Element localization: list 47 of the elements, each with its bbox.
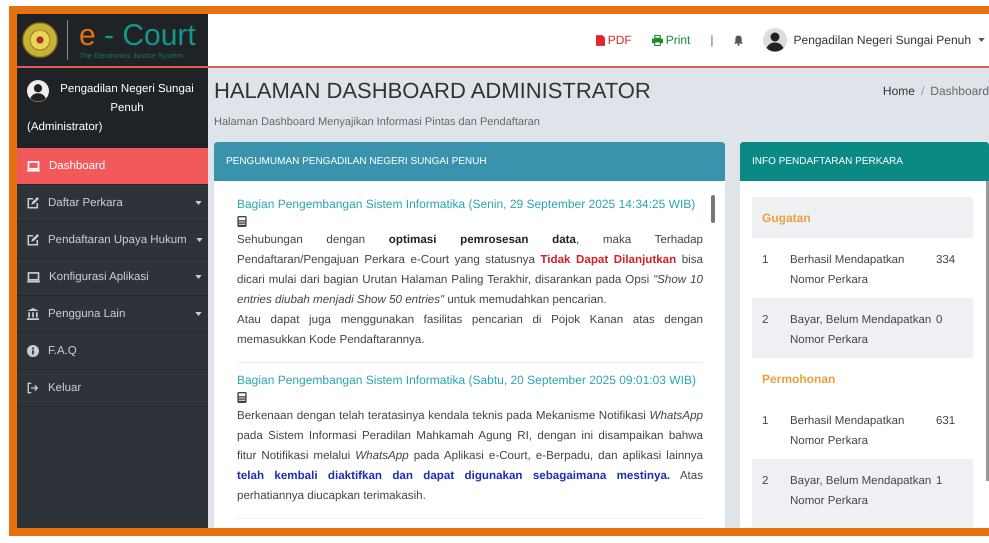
separator-text: |	[710, 33, 714, 47]
caret-icon	[978, 38, 985, 42]
user-name: Pengadilan Negeri Sungai Penuh	[59, 82, 195, 116]
announcement-text: Atau dapat juga menggunakan fasilitas pencarian di Pojok Kanan atas dengan memasukkan Kode Pendaftarannya.	[237, 312, 703, 348]
bank-icon	[27, 308, 39, 320]
panel-header: INFO PENDAFTARAN PERKARA	[740, 142, 989, 181]
row-count: 334	[936, 253, 956, 268]
row-count: 0	[936, 313, 942, 328]
scrollbar-thumb[interactable]	[711, 195, 715, 223]
row-number: 1	[762, 414, 770, 429]
info-icon	[27, 345, 39, 357]
avatar-icon	[27, 80, 49, 102]
pdf-file-icon	[596, 34, 605, 46]
row-label: Berhasil Mendapatkan Nomor Perkara	[790, 253, 906, 288]
announcement-text: Sehubungan dengan optimasi pemrosesan data, maka Terhadap Pendaftaran/Pengajuan Perkara e-Court yang statusnya Tidak Dapat Dilanjutkan bisa dicari mulai dari bagian Urutan Halaman Paling Terakhir, disarankan pada Opsi "Show 10 entries diubah menjadi Show 50 entries" untuk memudahkan pencarian.	[237, 232, 703, 308]
panel-header: PENGUMUMAN PENGADILAN NEGERI SUNGAI PENUH	[214, 142, 725, 181]
page-title: HALAMAN DASHBOARD ADMINISTRATOR	[214, 78, 651, 104]
page-subtitle: Halaman Dashboard Menyajikan Informasi Pintas dan Pendaftaran	[214, 116, 541, 128]
calculator-icon	[237, 216, 247, 227]
row-count: 1	[936, 474, 942, 489]
edit-icon	[27, 197, 39, 209]
row-number: 2	[762, 474, 770, 489]
printer-icon	[652, 34, 663, 46]
announcement-text: Berkenaan dengan telah teratasinya kendala teknis pada Mekanisme Notifikasi WhatsApp pada Sistem Informasi Peradilan Mahkamah Agung RI, dengan ini disampaikan bahwa fitur Notifikasi melalui WhatsApp pada Aplikasi e-Court, e-Berpadu, dan aplikasi lainnya telah kembali diaktifkan dan dapat digunakan sebagaimana mestinya. Atas perhatiannya diucapkan terimakasih.	[237, 408, 703, 504]
seal-logo-icon	[22, 22, 58, 58]
row-label: Bayar, Belum Mendapatkan Nomor Perkara	[790, 313, 932, 348]
avatar-icon	[762, 28, 787, 52]
breadcrumb-separator: /	[920, 84, 924, 100]
breadcrumb-link[interactable]: Home	[882, 84, 915, 142]
scrollbar-thumb[interactable]	[986, 181, 989, 481]
monitor-icon	[27, 272, 40, 282]
row-label: Bayar, Belum Mendapatkan Nomor Perkara	[790, 474, 932, 509]
row-label: Berhasil Mendapatkan Nomor Perkara	[790, 414, 906, 449]
logo-title: e - Court	[79, 20, 196, 50]
monitor-icon	[27, 160, 40, 172]
sign-out-icon	[27, 382, 39, 394]
row-number: 1	[762, 253, 770, 268]
bell-icon[interactable]	[734, 34, 743, 46]
user-role: (Administrator)	[27, 120, 104, 135]
edit-icon	[27, 234, 39, 246]
print-link[interactable]: Print	[652, 33, 690, 47]
calculator-icon	[237, 392, 247, 403]
row-number: 2	[762, 313, 770, 328]
row-count: 631	[936, 414, 956, 429]
pdf-link[interactable]: PDF	[596, 33, 632, 47]
section-title: Gugatan	[752, 197, 973, 238]
user-menu[interactable]: Pengadilan Negeri Sungai Penuh	[762, 28, 985, 52]
